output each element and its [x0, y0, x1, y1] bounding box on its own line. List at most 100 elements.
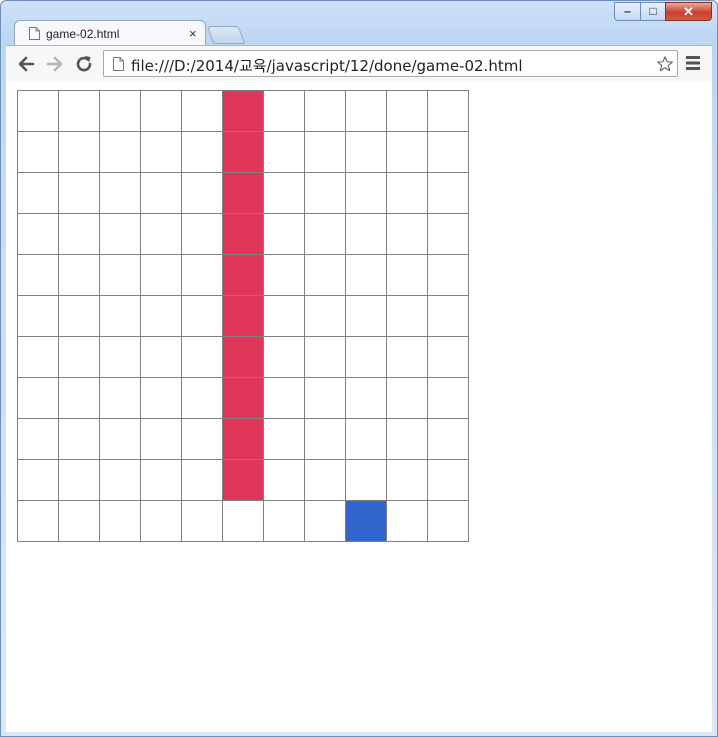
maximize-button[interactable]: □: [640, 2, 666, 21]
grid-cell: [141, 460, 182, 501]
grid-cell: [264, 419, 305, 460]
grid-cell: [18, 214, 59, 255]
grid-cell: [18, 419, 59, 460]
grid-cell: [305, 91, 346, 132]
grid-cell-red: [223, 337, 264, 378]
tab-title: game-02.html: [46, 27, 120, 41]
grid-cell: [223, 501, 264, 542]
grid-cell: [100, 378, 141, 419]
grid-cell: [18, 378, 59, 419]
minimize-icon: –: [624, 4, 631, 18]
grid-cell: [59, 296, 100, 337]
grid-cell: [59, 337, 100, 378]
grid-cell: [59, 214, 100, 255]
grid-cell: [182, 173, 223, 214]
reload-icon[interactable]: [72, 52, 96, 76]
grid-cell: [141, 214, 182, 255]
grid-cell: [59, 173, 100, 214]
grid-cell: [100, 296, 141, 337]
grid-cell: [141, 132, 182, 173]
grid-cell: [100, 337, 141, 378]
grid-cell: [387, 337, 428, 378]
grid-cell: [387, 501, 428, 542]
grid-cell: [346, 255, 387, 296]
grid-cell-red: [223, 173, 264, 214]
url-text[interactable]: file:///D:/2014/교육/javascript/12/done/ga…: [131, 55, 523, 76]
grid-cell: [264, 460, 305, 501]
grid-cell: [141, 255, 182, 296]
grid-cell: [428, 460, 469, 501]
tab-game-02[interactable]: game-02.html ×: [14, 20, 206, 46]
grid-cell-red: [223, 214, 264, 255]
grid-cell: [141, 91, 182, 132]
grid-cell: [387, 296, 428, 337]
grid-cell: [387, 173, 428, 214]
grid-cell: [18, 460, 59, 501]
grid-cell: [387, 214, 428, 255]
page-icon: [113, 57, 124, 71]
menu-icon[interactable]: [685, 55, 701, 71]
grid-cell-red: [223, 132, 264, 173]
grid-cell: [305, 501, 346, 542]
grid-cell: [18, 132, 59, 173]
grid-cell: [182, 419, 223, 460]
grid-cell-red: [223, 419, 264, 460]
minimize-button[interactable]: –: [614, 2, 641, 21]
grid-cell: [305, 419, 346, 460]
grid-cell: [428, 501, 469, 542]
forward-arrow-icon[interactable]: [43, 52, 67, 76]
grid-cell: [264, 91, 305, 132]
grid-cell: [346, 91, 387, 132]
grid-cell: [264, 296, 305, 337]
grid-cell: [100, 419, 141, 460]
grid-cell: [346, 419, 387, 460]
close-window-button[interactable]: ✕: [665, 2, 712, 21]
grid-cell: [346, 173, 387, 214]
grid-cell-red: [223, 460, 264, 501]
grid-cell: [346, 378, 387, 419]
grid-cell: [59, 91, 100, 132]
grid-cell: [428, 337, 469, 378]
new-tab-button[interactable]: [206, 26, 246, 44]
grid-cell: [182, 296, 223, 337]
grid-cell: [264, 214, 305, 255]
address-bar[interactable]: file:///D:/2014/교육/javascript/12/done/ga…: [103, 50, 678, 77]
grid-cell: [100, 132, 141, 173]
grid-cell: [305, 460, 346, 501]
grid-cell: [305, 255, 346, 296]
maximize-icon: □: [649, 4, 657, 18]
grid-cell-blue: [346, 501, 387, 542]
grid-cell: [141, 378, 182, 419]
tab-close-icon[interactable]: ×: [189, 26, 197, 41]
browser-toolbar: file:///D:/2014/교육/javascript/12/done/ga…: [6, 45, 712, 82]
page-content: [6, 82, 712, 732]
grid-cell: [264, 378, 305, 419]
grid-cell: [59, 378, 100, 419]
grid-cell: [305, 173, 346, 214]
grid-cell: [428, 214, 469, 255]
grid-cell: [182, 460, 223, 501]
grid-cell: [100, 91, 141, 132]
grid-cell: [141, 501, 182, 542]
grid-cell: [387, 132, 428, 173]
page-icon: [29, 27, 40, 40]
grid-cell: [100, 214, 141, 255]
grid-cell: [428, 132, 469, 173]
grid-cell: [18, 501, 59, 542]
grid-cell-red: [223, 296, 264, 337]
grid-cell-red: [223, 255, 264, 296]
grid-cell: [305, 296, 346, 337]
grid-cell: [264, 255, 305, 296]
grid-cell: [305, 132, 346, 173]
grid-cell: [346, 460, 387, 501]
star-icon[interactable]: [656, 55, 674, 73]
grid-cell: [18, 255, 59, 296]
grid-cell: [346, 132, 387, 173]
grid-cell: [100, 501, 141, 542]
grid-cell: [428, 378, 469, 419]
grid-cell: [59, 460, 100, 501]
grid-cell: [182, 501, 223, 542]
back-arrow-icon[interactable]: [14, 52, 38, 76]
grid-cell: [18, 337, 59, 378]
grid-cell: [100, 255, 141, 296]
